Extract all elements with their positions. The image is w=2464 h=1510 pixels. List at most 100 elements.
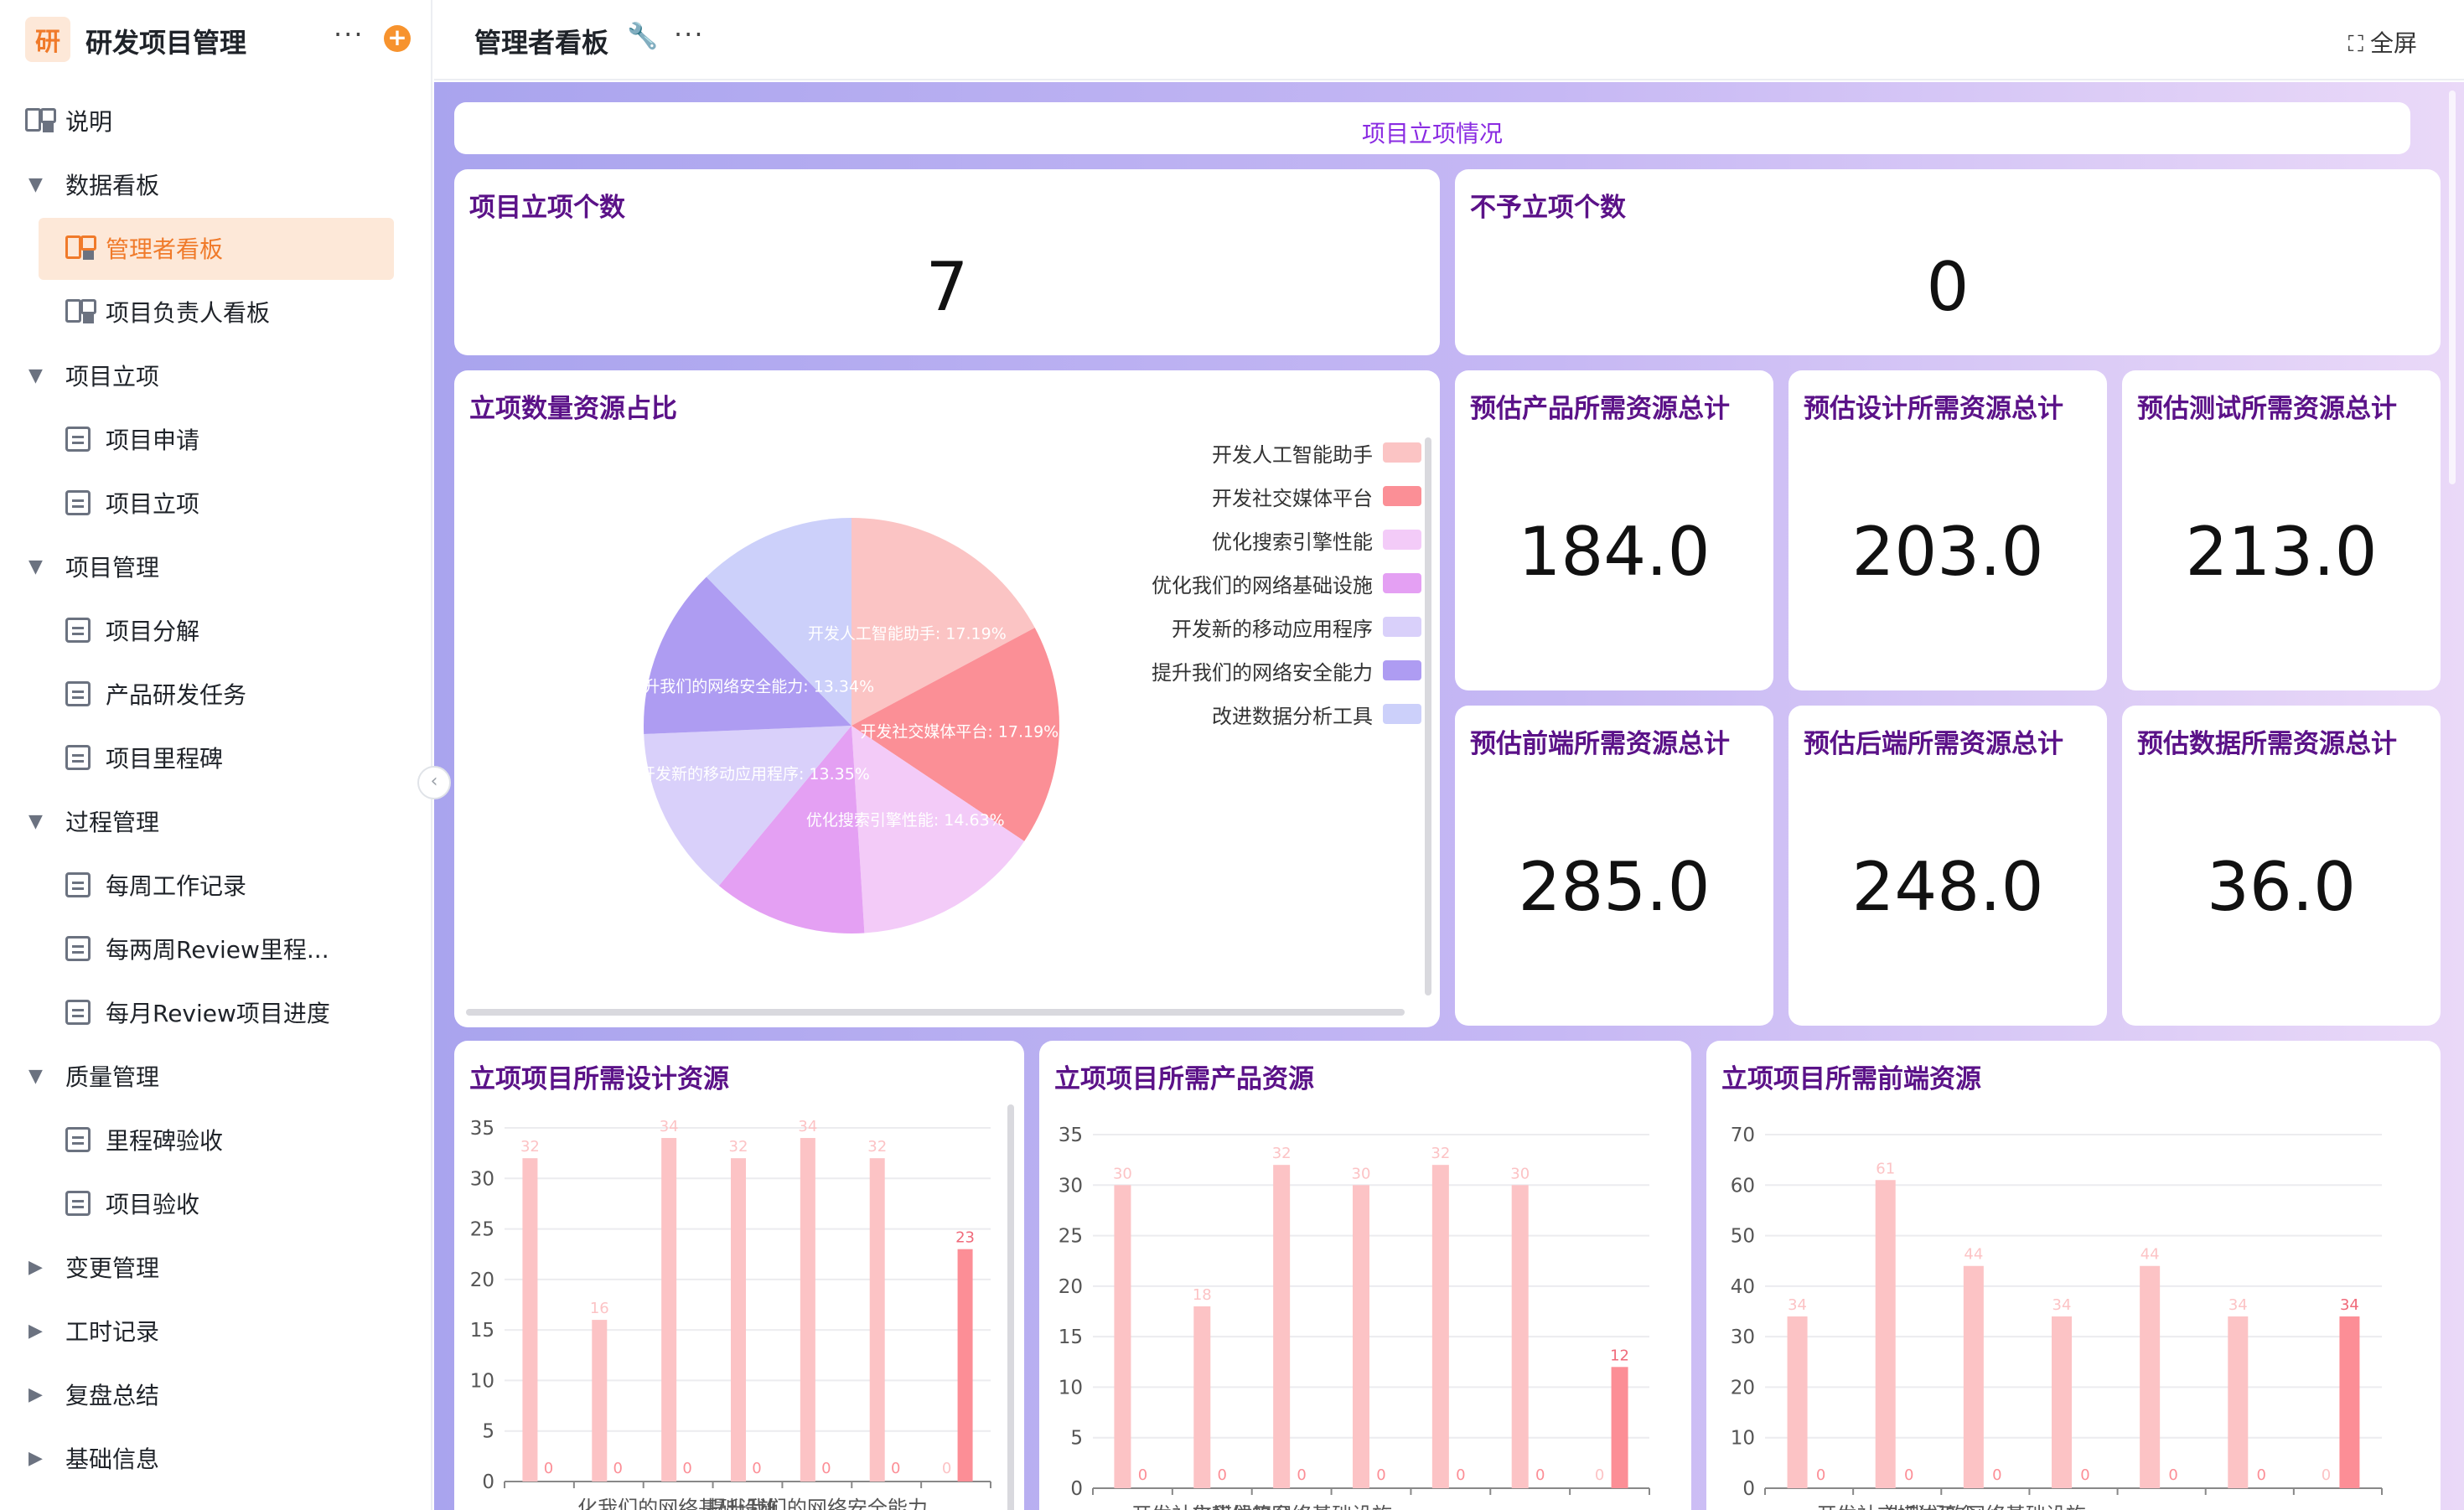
sidebar-item[interactable]: 每两周Review里程... <box>0 917 432 980</box>
bar[interactable] <box>1353 1185 1369 1488</box>
bar[interactable] <box>1611 1367 1628 1488</box>
sidebar-item[interactable]: ▶ 变更管理 <box>0 1235 432 1299</box>
legend-label: 优化搜索引擎性能 <box>1212 530 1373 554</box>
resource-title: 预估测试所需资源总计 <box>2137 394 2397 424</box>
sidebar-item[interactable]: ▼ 数据看板 <box>0 153 432 216</box>
banner-card: 项目立项情况 <box>454 102 2410 154</box>
bar[interactable] <box>800 1138 815 1482</box>
bar-data-label: 0 <box>613 1460 623 1477</box>
dashboard-icon <box>65 235 96 261</box>
sidebar-item[interactable]: ▶ 基础信息 <box>0 1426 432 1490</box>
legend-swatch <box>1383 660 1421 680</box>
dashboard-scrollbar[interactable] <box>2449 90 2456 484</box>
sidebar-item[interactable]: ▶ 工时记录 <box>0 1299 432 1363</box>
sidebar-item[interactable]: 项目分解 <box>0 598 432 662</box>
sidebar-item-label: 工时记录 <box>65 1318 160 1346</box>
fullscreen-button[interactable]: ⛶ 全屏 <box>2348 25 2417 59</box>
bar[interactable] <box>1193 1306 1211 1488</box>
bar[interactable] <box>2052 1316 2072 1488</box>
legend-item[interactable]: 优化搜索引擎性能 <box>1212 528 1421 554</box>
bar[interactable] <box>661 1138 677 1482</box>
sidebar-item-label: 说明 <box>65 108 113 136</box>
stat-card-approved: 项目立项个数 7 <box>454 169 1440 355</box>
horizontal-scrollbar[interactable] <box>466 1009 1405 1016</box>
bar[interactable] <box>957 1249 973 1482</box>
sidebar-item[interactable]: ▼ 项目立项 <box>0 344 432 407</box>
bar[interactable] <box>1273 1165 1291 1488</box>
vertical-scrollbar[interactable] <box>1425 437 1431 995</box>
y-tick-label: 30 <box>470 1168 494 1190</box>
resource-title: 预估数据所需资源总计 <box>2137 729 2397 759</box>
sidebar-item[interactable]: 管理者看板 <box>0 216 432 280</box>
add-icon[interactable]: + <box>384 25 411 52</box>
y-tick-label: 15 <box>1059 1326 1083 1348</box>
legend-item[interactable]: 开发社交媒体平台 <box>1212 484 1421 510</box>
sidebar-item-label: 项目立项 <box>65 363 160 390</box>
sidebar-item[interactable]: 里程碑验收 <box>0 1108 432 1171</box>
bar[interactable] <box>2339 1316 2360 1488</box>
legend-item[interactable]: 改进数据分析工具 <box>1212 702 1421 728</box>
sidebar-item[interactable]: 项目负责人看板 <box>0 280 432 344</box>
sidebar-item[interactable]: ▶ 复盘总结 <box>0 1363 432 1426</box>
bar[interactable] <box>731 1158 746 1482</box>
y-tick-label: 30 <box>1059 1175 1083 1197</box>
bar[interactable] <box>1431 1165 1449 1488</box>
caret-right-icon[interactable]: ▶ <box>28 1384 43 1405</box>
bar[interactable] <box>1511 1185 1529 1488</box>
sidebar-item[interactable]: 说明 <box>0 89 432 153</box>
caret-right-icon[interactable]: ▶ <box>28 1257 43 1278</box>
caret-right-icon[interactable]: ▶ <box>28 1321 43 1342</box>
wrench-icon[interactable]: 🔧 <box>627 22 658 51</box>
y-tick-label: 25 <box>470 1219 494 1241</box>
bar-data-label: 30 <box>1510 1165 1530 1182</box>
legend-item[interactable]: 开发新的移动应用程序 <box>1172 615 1421 641</box>
bar[interactable] <box>2228 1316 2249 1488</box>
sidebar-header: 研 研发项目管理 ··· + <box>0 0 432 80</box>
bar[interactable] <box>1875 1180 1896 1488</box>
sidebar-item[interactable]: 每月Review项目进度 <box>0 980 432 1044</box>
sidebar-item[interactable]: 每周工作记录 <box>0 853 432 917</box>
sidebar-item-label: 项目分解 <box>106 618 200 645</box>
vertical-scrollbar[interactable] <box>1007 1104 1014 1510</box>
bar[interactable] <box>1787 1316 1808 1488</box>
bar[interactable] <box>522 1158 538 1482</box>
bar[interactable] <box>869 1158 885 1482</box>
sidebar-item[interactable]: ▼ 质量管理 <box>0 1044 432 1108</box>
sidebar-item[interactable]: ▼ 项目管理 <box>0 535 432 598</box>
stat-value: 0 <box>1926 248 1970 326</box>
y-tick-label: 20 <box>1059 1276 1083 1298</box>
caret-down-icon[interactable]: ▼ <box>28 1066 43 1087</box>
sidebar-item[interactable]: 项目立项 <box>0 471 432 535</box>
bar[interactable] <box>1114 1185 1131 1488</box>
collapse-sidebar-button[interactable]: ‹ <box>417 766 451 799</box>
bar[interactable] <box>2140 1265 2161 1488</box>
caret-down-icon[interactable]: ▼ <box>28 174 43 195</box>
sidebar-item[interactable]: 项目申请 <box>0 407 432 471</box>
bar-data-label: 12 <box>1610 1347 1629 1364</box>
bar-data-label: 30 <box>1352 1165 1371 1182</box>
bar-data-label: 32 <box>1431 1145 1450 1162</box>
legend-item[interactable]: 优化我们的网络基础设施 <box>1152 571 1421 597</box>
document-icon <box>65 618 91 643</box>
bar-data-label: 44 <box>2140 1246 2160 1264</box>
page-title: 管理者看板 <box>474 27 609 59</box>
y-tick-label: 20 <box>1731 1377 1755 1399</box>
pie-data-label: 开发人工智能助手: 17.19% <box>808 624 1007 643</box>
legend-item[interactable]: 提升我们的网络安全能力 <box>1152 659 1421 685</box>
bar[interactable] <box>592 1320 608 1482</box>
more-icon[interactable]: ··· <box>674 18 705 50</box>
caret-down-icon[interactable]: ▼ <box>28 365 43 386</box>
sidebar-item[interactable]: 项目里程碑 <box>0 726 432 789</box>
y-tick-label: 5 <box>1070 1428 1083 1450</box>
caret-right-icon[interactable]: ▶ <box>28 1448 43 1469</box>
more-icon[interactable]: ··· <box>334 18 365 50</box>
sidebar-item-label: 项目验收 <box>106 1191 200 1218</box>
caret-down-icon[interactable]: ▼ <box>28 811 43 832</box>
sidebar-item[interactable]: ▼ 过程管理 <box>0 789 432 853</box>
bar[interactable] <box>1963 1265 1984 1488</box>
legend-item[interactable]: 开发人工智能助手 <box>1212 441 1421 467</box>
sidebar-item[interactable]: 项目验收 <box>0 1171 432 1235</box>
bar-data-label: 34 <box>1788 1296 1807 1314</box>
sidebar-item[interactable]: 产品研发任务 <box>0 662 432 726</box>
caret-down-icon[interactable]: ▼ <box>28 556 43 577</box>
